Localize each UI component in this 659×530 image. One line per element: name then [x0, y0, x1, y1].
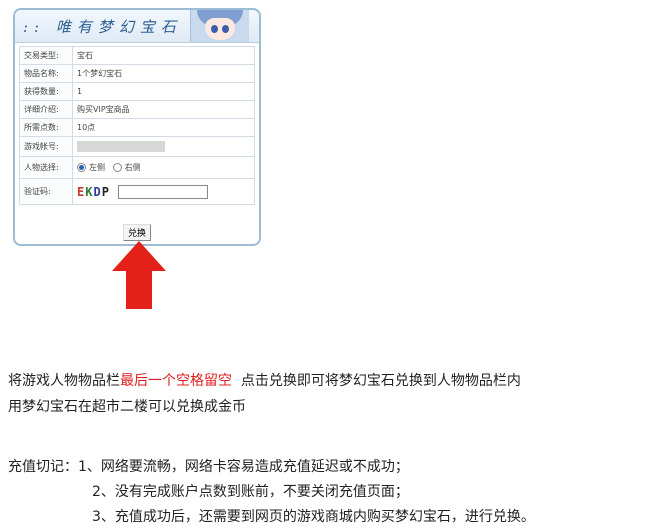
panel-header: :: 唯有梦幻宝石: [15, 10, 259, 43]
title-text: 唯有梦幻宝石: [55, 18, 182, 36]
recharge-notes: 充值切记：1、网络要流畅，网络卡容易造成充值延迟或不成功； 2、没有完成账户点数…: [8, 455, 535, 530]
instructions-text: 将游戏人物物品栏最后一个空格留空 点击兑换即可将梦幻宝石兑换到人物物品栏内 用梦…: [8, 368, 521, 420]
captcha-label: 验证码:: [19, 178, 73, 205]
account-readonly-field: [77, 141, 165, 152]
radio-left-label[interactable]: 左侧: [89, 163, 105, 172]
item-name-label: 物品名称:: [19, 64, 73, 83]
submit-row: 兑换: [15, 221, 259, 241]
form-row-account: 游戏帐号:: [19, 136, 255, 157]
up-arrow-icon: [112, 241, 166, 309]
anime-girl-illustration: [190, 10, 249, 42]
character-cell: 左侧 右侧: [72, 156, 255, 179]
captcha-cell: EKDP: [72, 178, 255, 205]
trade-type-value: 宝石: [72, 46, 255, 65]
note-line-1: 充值切记：1、网络要流畅，网络卡容易造成充值延迟或不成功；: [8, 459, 409, 475]
note-line-3: 3、充值成功后，还需要到网页的游戏商城内购买梦幻宝石，进行兑换。: [92, 509, 535, 525]
instruction-line-1: 将游戏人物物品栏最后一个空格留空 点击兑换即可将梦幻宝石兑换到人物物品栏内: [8, 373, 521, 389]
captcha-image: EKDP: [77, 184, 110, 199]
exchange-panel: :: 唯有梦幻宝石 交易类型: 宝石 物品名称: 1个梦幻宝石 获得数量: 1 …: [13, 8, 261, 246]
exchange-button[interactable]: 兑换: [122, 224, 151, 241]
captcha-input[interactable]: [118, 184, 209, 199]
account-cell: [72, 136, 255, 157]
exchange-form: 交易类型: 宝石 物品名称: 1个梦幻宝石 获得数量: 1 详细介绍: 购买VI…: [19, 46, 255, 205]
form-row-quantity: 获得数量: 1: [19, 82, 255, 101]
description-value: 购买VIP宝商品: [72, 100, 255, 119]
instruction-line-2: 用梦幻宝石在超市二楼可以兑换成金币: [8, 399, 246, 415]
character-label: 人物选择:: [19, 156, 73, 179]
highlight-text: 最后一个空格留空: [120, 373, 232, 389]
form-row-description: 详细介绍: 购买VIP宝商品: [19, 100, 255, 119]
title-prefix: ::: [23, 18, 46, 36]
note-line-2: 2、没有完成账户点数到账前，不要关闭充值页面；: [92, 484, 409, 500]
form-row-character: 人物选择: 左侧 右侧: [19, 156, 255, 179]
points-label: 所需点数:: [19, 118, 73, 137]
panel-title: :: 唯有梦幻宝石: [23, 16, 182, 37]
account-label: 游戏帐号:: [19, 136, 73, 157]
radio-right-label[interactable]: 右侧: [125, 163, 141, 172]
quantity-value: 1: [72, 82, 255, 101]
trade-type-label: 交易类型:: [19, 46, 73, 65]
form-row-captcha: 验证码: EKDP: [19, 178, 255, 205]
form-row-points: 所需点数: 10点: [19, 118, 255, 137]
radio-left[interactable]: [77, 163, 86, 172]
points-value: 10点: [72, 118, 255, 137]
quantity-label: 获得数量:: [19, 82, 73, 101]
description-label: 详细介绍:: [19, 100, 73, 119]
radio-right[interactable]: [112, 163, 122, 172]
form-row-item-name: 物品名称: 1个梦幻宝石: [19, 64, 255, 83]
form-row-trade-type: 交易类型: 宝石: [19, 46, 255, 65]
item-name-value: 1个梦幻宝石: [72, 64, 255, 83]
